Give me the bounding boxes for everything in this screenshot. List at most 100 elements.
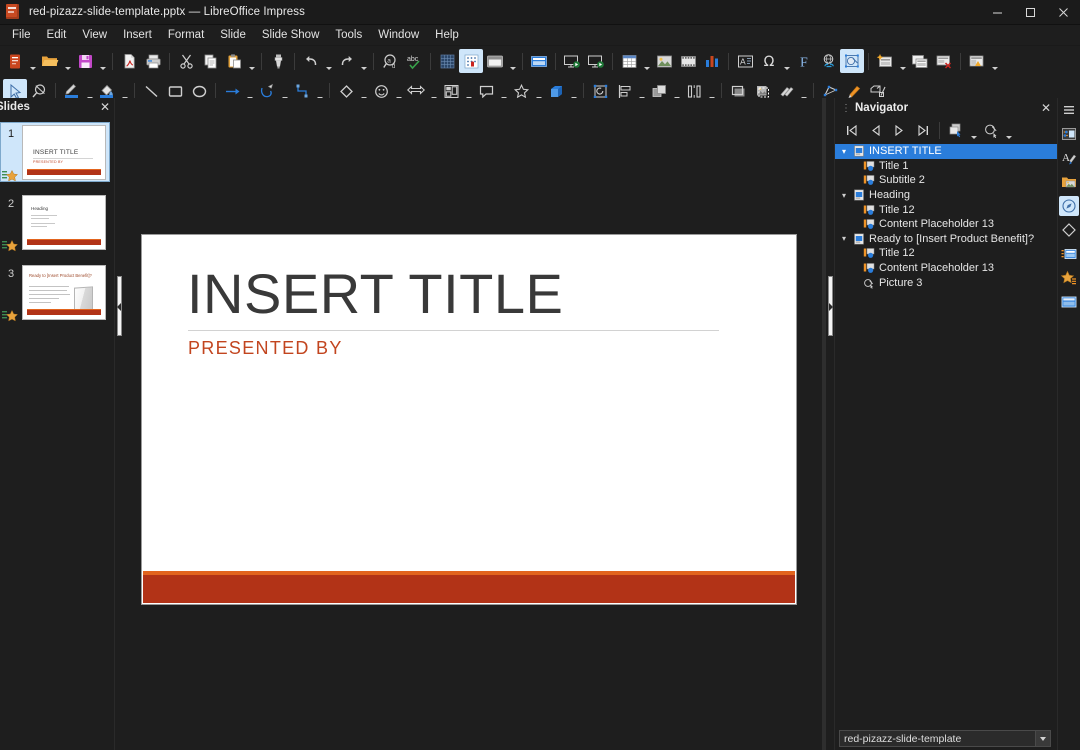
tree-item-slide[interactable]: ▾ Ready to [Insert Product Benefit]? <box>835 232 1057 247</box>
undo-icon[interactable] <box>299 49 323 73</box>
open-file-icon[interactable] <box>38 49 62 73</box>
insert-media-icon[interactable] <box>676 49 700 73</box>
close-button[interactable] <box>1047 0 1080 24</box>
insert-special-character-icon[interactable]: Ω <box>757 49 781 73</box>
menu-help[interactable]: Help <box>427 27 467 43</box>
chevron-down-icon[interactable]: ▾ <box>839 234 849 243</box>
last-slide-icon[interactable] <box>911 118 935 142</box>
snap-to-grid-icon[interactable] <box>459 49 483 73</box>
menu-file[interactable]: File <box>4 27 39 43</box>
duplicate-slide-icon[interactable] <box>908 49 932 73</box>
paste-dropdown[interactable] <box>246 46 257 77</box>
tree-item-slide[interactable]: ▾ Heading <box>835 188 1057 203</box>
cut-icon[interactable] <box>174 49 198 73</box>
new-slide-icon[interactable] <box>873 49 897 73</box>
copy-icon[interactable] <box>198 49 222 73</box>
menu-slide[interactable]: Slide <box>212 27 254 43</box>
show-shapes-icon[interactable] <box>979 118 1003 142</box>
styles-deck-icon[interactable]: A <box>1059 148 1079 168</box>
first-slide-icon[interactable] <box>839 118 863 142</box>
insert-special-character-dropdown[interactable] <box>781 46 792 77</box>
slide-subtitle-text[interactable]: PRESENTED BY <box>188 338 343 359</box>
animation-deck-icon[interactable] <box>1059 268 1079 288</box>
save-dropdown[interactable] <box>97 46 108 77</box>
new-document-dropdown[interactable] <box>27 46 38 77</box>
tree-item-placeholder[interactable]: Title 12 <box>835 246 1057 261</box>
display-views-icon[interactable] <box>483 49 507 73</box>
tree-item-shape[interactable]: Picture 3 <box>835 275 1057 290</box>
gallery-deck-icon[interactable] <box>1059 172 1079 192</box>
menu-tools[interactable]: Tools <box>327 27 370 43</box>
slide-layout-icon[interactable] <box>965 49 989 73</box>
insert-text-box-icon[interactable]: A <box>733 49 757 73</box>
previous-slide-icon[interactable] <box>863 118 887 142</box>
insert-fontwork-icon[interactable]: F <box>792 49 816 73</box>
insert-hyperlink-icon[interactable] <box>816 49 840 73</box>
start-from-first-slide-icon[interactable] <box>560 49 584 73</box>
new-slide-dropdown[interactable] <box>897 46 908 77</box>
slide-thumbnail-1[interactable]: 1 INSERT TITLE PRESENTED BY <box>0 122 114 186</box>
slide-editing-area[interactable]: INSERT TITLE PRESENTED BY <box>123 98 826 750</box>
insert-image-icon[interactable] <box>652 49 676 73</box>
next-slide-icon[interactable] <box>887 118 911 142</box>
menu-edit[interactable]: Edit <box>39 27 75 43</box>
master-slide-icon[interactable] <box>527 49 551 73</box>
print-icon[interactable] <box>141 49 165 73</box>
new-document-icon[interactable] <box>3 49 27 73</box>
chevron-down-icon[interactable] <box>1035 731 1050 746</box>
slide-transition-deck-icon[interactable] <box>1059 292 1079 312</box>
slide-thumbnail-2[interactable]: 2 Heading <box>0 192 114 256</box>
close-icon[interactable]: ✕ <box>1041 101 1051 115</box>
menu-slide-show[interactable]: Slide Show <box>254 27 328 43</box>
redo-dropdown[interactable] <box>358 46 369 77</box>
insert-table-dropdown[interactable] <box>641 46 652 77</box>
close-icon[interactable]: ✕ <box>100 100 110 114</box>
shapes-deck-icon[interactable] <box>1059 220 1079 240</box>
navigator-deck-icon[interactable] <box>1059 196 1079 216</box>
minimize-button[interactable] <box>981 0 1014 24</box>
tree-item-slide[interactable]: ▾ INSERT TITLE <box>835 144 1057 159</box>
spelling-icon[interactable]: abc <box>402 49 426 73</box>
slide-thumbnail-3[interactable]: 3 Ready to [Insert Product Benefit]? <box>0 262 114 326</box>
find-and-replace-icon[interactable]: ad <box>378 49 402 73</box>
display-views-dropdown[interactable] <box>507 46 518 77</box>
sidebar-splitter[interactable] <box>826 98 834 750</box>
save-icon[interactable] <box>73 49 97 73</box>
menu-format[interactable]: Format <box>160 27 212 43</box>
show-shapes-dropdown[interactable] <box>1003 115 1014 146</box>
drag-mode-dropdown[interactable] <box>968 115 979 146</box>
sidebar-settings-icon[interactable] <box>1059 100 1079 120</box>
clone-formatting-icon[interactable] <box>266 49 290 73</box>
insert-chart-icon[interactable] <box>700 49 724 73</box>
menu-insert[interactable]: Insert <box>115 27 160 43</box>
master-slides-deck-icon[interactable] <box>1059 244 1079 264</box>
chevron-down-icon[interactable]: ▾ <box>839 191 849 200</box>
menu-view[interactable]: View <box>74 27 115 43</box>
menu-window[interactable]: Window <box>370 27 427 43</box>
tree-item-placeholder[interactable]: Subtitle 2 <box>835 173 1057 188</box>
paste-icon[interactable] <box>222 49 246 73</box>
slides-panel-splitter[interactable] <box>115 98 123 750</box>
display-grid-icon[interactable] <box>435 49 459 73</box>
export-pdf-icon[interactable] <box>117 49 141 73</box>
start-from-current-slide-icon[interactable] <box>584 49 608 73</box>
slide-title-text[interactable]: INSERT TITLE <box>187 266 563 322</box>
slide-layout-dropdown[interactable] <box>989 46 1000 77</box>
tree-item-placeholder[interactable]: Content Placeholder 13 <box>835 261 1057 276</box>
slide-preview: Heading <box>22 195 106 250</box>
properties-deck-icon[interactable] <box>1059 124 1079 144</box>
document-selector[interactable]: red-pizazz-slide-template <box>839 730 1051 747</box>
delete-slide-icon[interactable] <box>932 49 956 73</box>
open-file-dropdown[interactable] <box>62 46 73 77</box>
maximize-button[interactable] <box>1014 0 1047 24</box>
tree-item-placeholder[interactable]: Content Placeholder 13 <box>835 217 1057 232</box>
show-draw-functions-icon[interactable] <box>840 49 864 73</box>
tree-item-placeholder[interactable]: Title 12 <box>835 202 1057 217</box>
tree-item-placeholder[interactable]: Title 1 <box>835 159 1057 174</box>
redo-icon[interactable] <box>334 49 358 73</box>
drag-mode-icon[interactable] <box>944 118 968 142</box>
undo-dropdown[interactable] <box>323 46 334 77</box>
deck-grip-icon[interactable]: ⋮ <box>841 103 851 114</box>
insert-table-icon[interactable] <box>617 49 641 73</box>
chevron-down-icon[interactable]: ▾ <box>839 147 849 156</box>
